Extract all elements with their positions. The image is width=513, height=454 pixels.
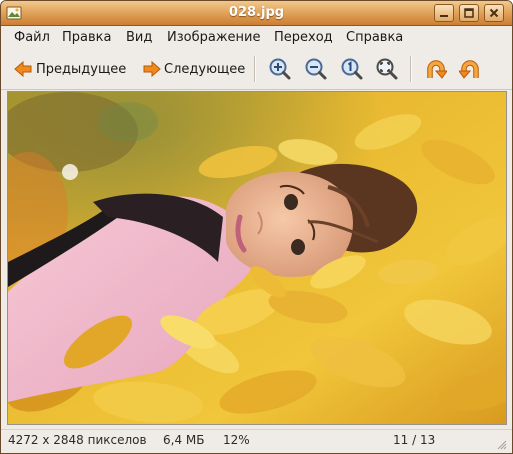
next-label: Следующее xyxy=(164,62,246,77)
zoom-out-button[interactable] xyxy=(303,55,329,83)
menu-image[interactable]: Изображение xyxy=(167,30,260,45)
image-position: 11 / 13 xyxy=(393,433,436,447)
file-size: 6,4 МБ xyxy=(163,433,205,447)
image-dimensions: 4272 x 2848 пикселов xyxy=(8,433,147,447)
zoom-fit-icon xyxy=(376,58,398,80)
rotate-left-button[interactable] xyxy=(422,55,448,83)
zoom-in-icon xyxy=(269,58,291,80)
image-viewer-window: 028.jpg Файл Правка Вид Изображение Пере… xyxy=(0,0,513,454)
toolbar-separator xyxy=(410,56,412,82)
status-bar: 4272 x 2848 пикселов 6,4 МБ 12% 11 / 13 xyxy=(1,429,512,453)
menu-go[interactable]: Переход xyxy=(274,30,333,45)
toolbar-separator xyxy=(254,56,256,82)
arrow-left-icon xyxy=(14,60,32,78)
rotate-right-button[interactable] xyxy=(458,55,484,83)
rotate-left-icon xyxy=(427,60,447,79)
menu-view[interactable]: Вид xyxy=(126,30,152,45)
minimize-button[interactable] xyxy=(434,4,454,22)
zoom-fit-button[interactable] xyxy=(374,55,400,83)
zoom-normal-icon xyxy=(341,58,363,80)
title-bar[interactable]: 028.jpg xyxy=(1,1,512,26)
close-icon xyxy=(489,8,499,18)
maximize-button[interactable] xyxy=(459,4,479,22)
menu-help[interactable]: Справка xyxy=(346,30,403,45)
image-viewport[interactable] xyxy=(7,91,507,425)
maximize-icon xyxy=(464,8,474,18)
zoom-normal-button[interactable] xyxy=(339,55,365,83)
menu-edit[interactable]: Правка xyxy=(62,30,111,45)
close-button[interactable] xyxy=(484,4,504,22)
rotate-right-icon xyxy=(459,60,479,79)
resize-grip-icon[interactable] xyxy=(495,438,507,450)
zoom-in-button[interactable] xyxy=(267,55,293,83)
next-button[interactable]: Следующее xyxy=(138,55,248,83)
menu-file[interactable]: Файл xyxy=(14,30,50,45)
toolbar: Предыдущее Следующее xyxy=(1,48,512,90)
arrow-right-icon xyxy=(143,60,161,78)
previous-label: Предыдущее xyxy=(36,62,127,77)
zoom-out-icon xyxy=(305,58,327,80)
previous-button[interactable]: Предыдущее xyxy=(9,55,131,83)
photo-image xyxy=(8,92,506,424)
menu-bar: Файл Правка Вид Изображение Переход Спра… xyxy=(1,26,512,48)
minimize-icon xyxy=(440,15,448,17)
zoom-level: 12% xyxy=(223,433,250,447)
